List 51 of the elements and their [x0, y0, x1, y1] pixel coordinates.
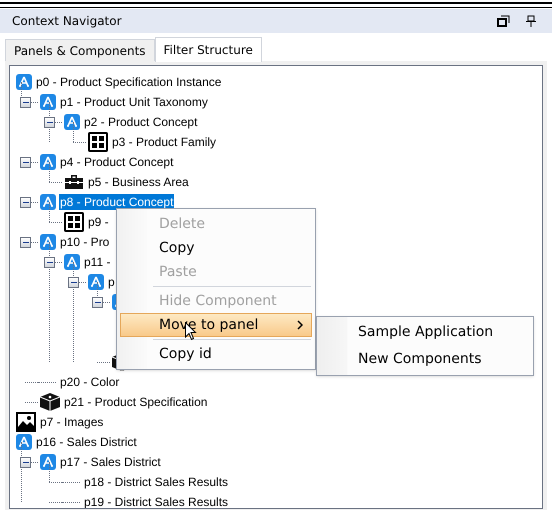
- concept-icon: [64, 254, 80, 270]
- cube-icon: [40, 393, 60, 411]
- concept-icon: [64, 114, 80, 130]
- collapse-toggle[interactable]: [44, 256, 55, 268]
- tree-item[interactable]: p9 -: [87, 214, 110, 230]
- tree-item[interactable]: p21 - Product Specification: [63, 394, 208, 410]
- tree-item[interactable]: p: [107, 274, 116, 290]
- tree-item[interactable]: p11 -: [83, 254, 112, 270]
- collapse-toggle[interactable]: [20, 456, 31, 468]
- collapse-toggle[interactable]: [20, 156, 31, 168]
- tree-item[interactable]: p5 - Business Area: [87, 174, 190, 190]
- concept-icon: [40, 94, 56, 110]
- pin-icon[interactable]: [526, 15, 536, 27]
- briefcase-icon: [64, 174, 84, 190]
- concept-icon: [16, 434, 32, 450]
- collapse-toggle[interactable]: [20, 196, 31, 208]
- concept-icon: [40, 154, 56, 170]
- tree-item[interactable]: p1 - Product Unit Taxonomy: [59, 94, 209, 110]
- image-icon: [16, 412, 36, 432]
- tree-item[interactable]: p20 - Color: [59, 374, 120, 390]
- collapse-toggle[interactable]: [20, 236, 31, 248]
- concept-icon: [40, 454, 56, 470]
- tree-item[interactable]: p16 - Sales District: [35, 434, 138, 450]
- tree-item[interactable]: p8 - Product Concept: [59, 194, 174, 210]
- tree-item[interactable]: p0 - Product Specification Instance: [35, 74, 222, 90]
- tree-item[interactable]: p18 - District Sales Results: [83, 474, 230, 490]
- panel-title: Context Navigator: [12, 13, 122, 30]
- concept-icon: [40, 234, 56, 250]
- tree-item[interactable]: p10 - Pro: [59, 234, 110, 250]
- chevron-right-icon: [297, 320, 303, 330]
- concept-icon: [88, 274, 104, 290]
- menu-item[interactable]: Copy id: [120, 342, 312, 366]
- tree-item[interactable]: p3 - Product Family: [111, 134, 218, 150]
- grid-icon: [64, 212, 84, 232]
- collapse-toggle[interactable]: [92, 296, 103, 308]
- submenu-item[interactable]: Sample Application: [317, 319, 533, 346]
- tab[interactable]: Panels & Components: [5, 39, 155, 61]
- tree-item[interactable]: p4 - Product Concept: [59, 154, 174, 170]
- restore-icon[interactable]: [497, 15, 510, 27]
- concept-icon: [16, 74, 32, 90]
- tab[interactable]: Filter Structure: [154, 37, 262, 62]
- collapse-toggle[interactable]: [20, 96, 31, 108]
- submenu-item[interactable]: New Components: [317, 346, 533, 373]
- collapse-toggle[interactable]: [44, 116, 55, 128]
- grid-icon: [88, 132, 108, 152]
- concept-icon: [40, 194, 56, 210]
- tree-item[interactable]: p2 - Product Concept: [83, 114, 198, 130]
- menu-item[interactable]: Copy: [120, 236, 312, 260]
- tree-item[interactable]: p17 - Sales District: [59, 454, 162, 470]
- tree-item[interactable]: p7 - Images: [39, 414, 104, 430]
- collapse-toggle[interactable]: [68, 276, 79, 288]
